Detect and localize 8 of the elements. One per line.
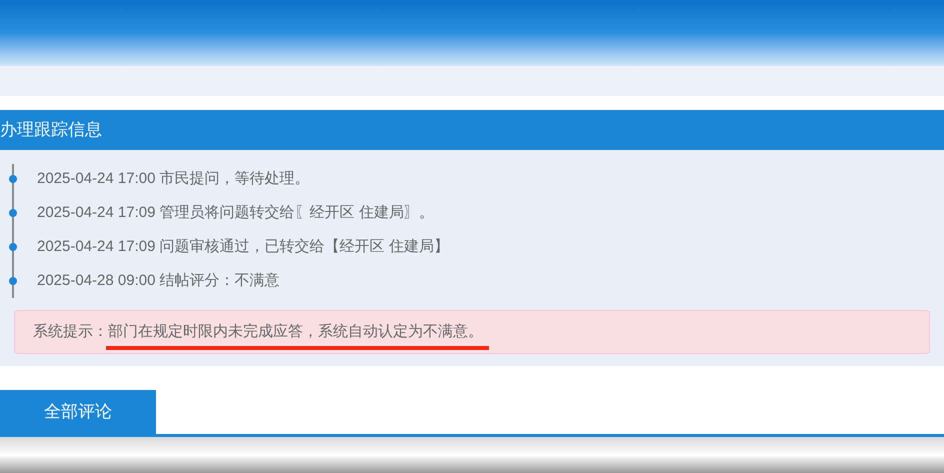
timeline-entry: 2025-04-24 17:09 问题审核通过，已转交给【经开区 住建局】	[37, 236, 449, 257]
notice-label: 系统提示：	[33, 322, 108, 342]
timeline-entry: 2025-04-28 09:00 结帖评分：不满意	[37, 270, 280, 291]
section-title: 办理跟踪信息	[0, 119, 102, 142]
notice-message: 部门在规定时限内未完成应答，系统自动认定为不满意。	[108, 323, 483, 340]
comments-tab[interactable]: 全部评论	[0, 390, 156, 434]
timeline-entry: 2025-04-24 17:09 管理员将问题转交给〖经开区 住建局〗。	[37, 202, 434, 223]
timeline-entry: 2025-04-24 17:00 市民提问，等待处理。	[37, 168, 310, 189]
